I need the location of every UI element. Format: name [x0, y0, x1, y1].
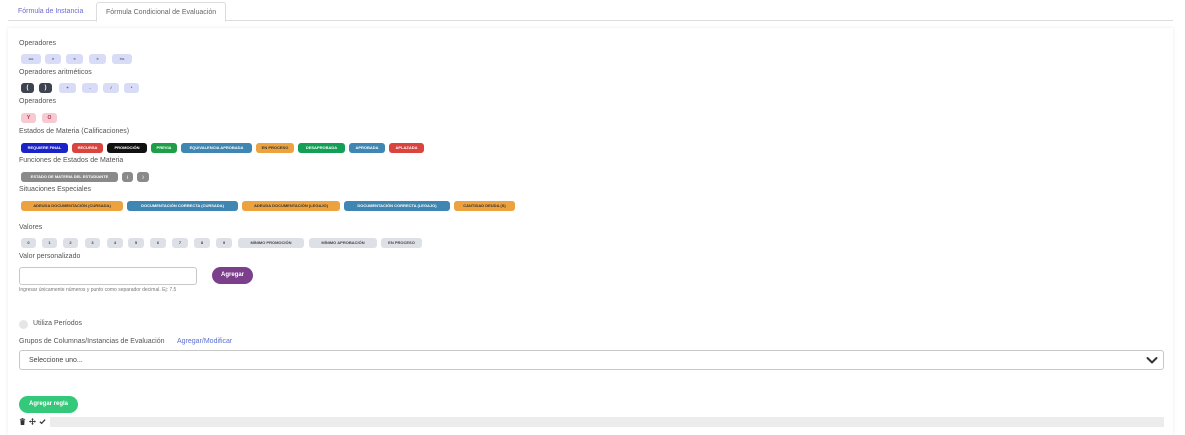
chevron-down-icon	[1146, 357, 1158, 364]
operator-button[interactable]: <	[66, 54, 83, 64]
funcion-estado-materia-button[interactable]: ESTADO DE MATERIA DEL ESTUDIANTE	[21, 172, 118, 182]
valor-en-proceso-button[interactable]: EN PROCESO	[381, 238, 422, 248]
section-label-situaciones: Situaciones Especiales	[19, 186, 91, 193]
and-button[interactable]: Y	[21, 113, 36, 123]
valor-6-button[interactable]: 6	[150, 238, 166, 248]
operator-button[interactable]: >	[89, 54, 106, 64]
situacion-cantidad-deuda-button[interactable]: CANTIDAD DEUDA (S)	[454, 201, 515, 211]
estado-desaprobada-button[interactable]: DESAPROBADA	[298, 143, 345, 153]
operator-button[interactable]: >=	[112, 54, 132, 64]
situacion-correcta-cursada-button[interactable]: DOCUMENTACIÓN CORRECTA (CURSADA)	[127, 201, 238, 211]
estado-requiere-final-button[interactable]: REQUIERE FINAL	[21, 143, 68, 153]
valor-0-button[interactable]: 0	[21, 238, 36, 248]
plus-button[interactable]: +	[59, 83, 76, 93]
paren-open-button[interactable]: (	[21, 83, 34, 93]
estado-aprobada-button[interactable]: APROBADA	[349, 143, 385, 153]
valor-4-button[interactable]: 4	[107, 238, 123, 248]
agregar-modificar-link[interactable]: Agregar/Modificar	[177, 338, 232, 345]
minus-button[interactable]: -	[82, 83, 98, 93]
tab-formula-instancia[interactable]: Fórmula de Instancia	[9, 2, 92, 21]
valor-1-button[interactable]: 1	[42, 238, 57, 248]
operator-button[interactable]: >	[45, 54, 61, 64]
divide-button[interactable]: /	[103, 83, 119, 93]
grupos-label: Grupos de Columnas/Instancias de Evaluac…	[19, 338, 165, 345]
add-custom-value-button[interactable]: Agregar	[212, 267, 253, 284]
situacion-correcta-legajo-button[interactable]: DOCUMENTACIÓN CORRECTA (LEGAJO)	[344, 201, 450, 211]
valor-3-button[interactable]: 3	[85, 238, 100, 248]
section-label-valores: Valores	[19, 224, 43, 231]
section-label-operadores: Operadores	[19, 40, 56, 47]
estado-previa-button[interactable]: PREVIA	[151, 143, 177, 153]
grupos-select-value: Seleccione uno...	[29, 357, 83, 364]
estado-en-proceso-button[interactable]: EN PROCESO	[256, 143, 294, 153]
valor-9-button[interactable]: 9	[216, 238, 232, 248]
funcion-paren-close-button[interactable]: )	[137, 172, 149, 182]
grupos-select[interactable]: Seleccione uno...	[19, 350, 1164, 370]
utiliza-periodos-checkbox[interactable]	[19, 320, 28, 329]
tab-formula-condicional[interactable]: Fórmula Condicional de Evaluación	[96, 2, 227, 22]
estado-equivalencia-aprobada-button[interactable]: EQUIVALENCIA APROBADA	[181, 143, 252, 153]
valor-5-button[interactable]: 5	[128, 238, 144, 248]
page: Fórmula de Instancia Fórmula Condicional…	[0, 0, 1185, 435]
valor-minimo-promocion-button[interactable]: MÍNIMO PROMOCIÓN	[238, 238, 304, 248]
rule-actions	[19, 418, 46, 426]
valor-8-button[interactable]: 8	[194, 238, 210, 248]
custom-value-help-text: Ingresar únicamente números y punto como…	[19, 287, 177, 293]
section-label-operadores-logicos: Operadores	[19, 98, 56, 105]
section-label-funciones: Funciones de Estados de Materia	[19, 157, 124, 164]
valor-7-button[interactable]: 7	[172, 238, 188, 248]
situacion-adeuda-legajo-button[interactable]: ADEUDA DOCUMENTACIÓN (LEGAJO)	[242, 201, 340, 211]
add-rule-button[interactable]: Agregar regla	[19, 396, 78, 413]
check-icon[interactable]	[39, 418, 46, 425]
formula-editor-card	[8, 28, 1173, 435]
estado-recursa-button[interactable]: RECURSA	[72, 143, 103, 153]
section-label-estados: Estados de Materia (Calificaciones)	[19, 128, 130, 135]
tab-bar: Fórmula de Instancia Fórmula Condicional…	[8, 0, 1173, 22]
operator-button[interactable]: ==	[21, 54, 41, 64]
estado-aplazada-button[interactable]: APLAZADA	[389, 143, 424, 153]
section-label-valor-personalizado: Valor personalizado	[19, 253, 81, 260]
move-icon[interactable]	[29, 418, 36, 425]
section-label-aritmeticos: Operadores aritméticos	[19, 69, 92, 76]
funcion-paren-open-button[interactable]: (	[122, 172, 133, 182]
valor-2-button[interactable]: 2	[63, 238, 78, 248]
or-button[interactable]: O	[42, 113, 57, 123]
custom-value-input[interactable]	[19, 267, 197, 285]
rule-row	[50, 417, 1164, 427]
paren-close-button[interactable]: )	[39, 83, 52, 93]
valor-minimo-aprobacion-button[interactable]: MÍNIMO APROBACIÓN	[309, 238, 377, 248]
estado-promocion-button[interactable]: PROMOCIÓN	[107, 143, 147, 153]
multiply-button[interactable]: *	[124, 83, 139, 93]
trash-icon[interactable]	[19, 418, 26, 425]
utiliza-periodos-label: Utiliza Períodos	[33, 320, 83, 327]
situacion-adeuda-cursada-button[interactable]: ADEUDA DOCUMENTACIÓN (CURSADA)	[21, 201, 123, 211]
